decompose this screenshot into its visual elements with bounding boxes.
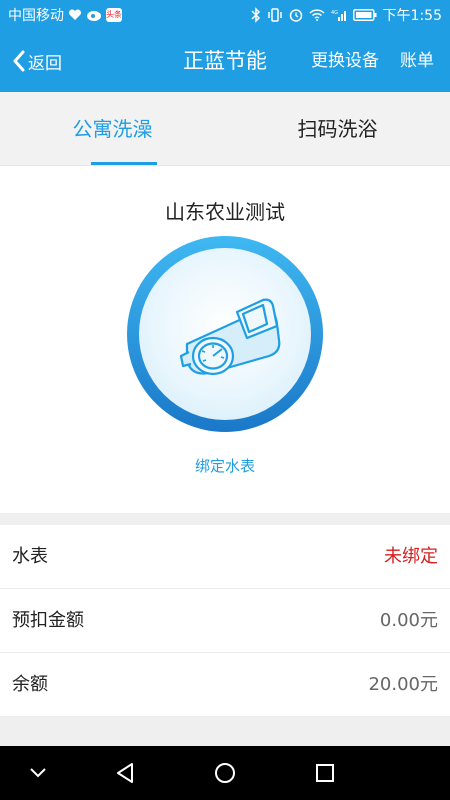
vibrate-icon [267, 8, 283, 22]
battery-icon [352, 9, 377, 21]
meter-circle-inner [139, 248, 311, 420]
bind-meter-circle-button[interactable] [127, 236, 323, 432]
clock: 下午1:55 [382, 8, 442, 24]
recents-nav-button[interactable] [300, 746, 350, 800]
back-label: 返回 [28, 53, 62, 74]
chevron-down-icon [30, 768, 46, 778]
tab-scan-shower[interactable]: 扫码洗浴 [225, 92, 450, 166]
bill-button[interactable]: 账单 [400, 30, 434, 92]
navigation-bar: 返回 正蓝节能 更换设备 账单 [0, 30, 450, 92]
prepaid-amount-label: 预扣金额 [12, 610, 84, 631]
weibo-icon [86, 8, 102, 22]
meter-status-value: 未绑定 [384, 546, 438, 567]
tab-apartment-shower[interactable]: 公寓洗澡 [0, 92, 225, 166]
back-button[interactable]: 返回 [12, 30, 62, 92]
home-nav-button[interactable] [200, 746, 250, 800]
bind-meter-link[interactable]: 绑定水表 [0, 455, 450, 476]
circle-home-icon [215, 763, 235, 783]
active-tab-indicator [91, 162, 157, 165]
triangle-back-icon [117, 763, 133, 783]
news-badge: 头条 [106, 8, 122, 22]
meter-label: 水表 [12, 546, 48, 567]
page-title: 正蓝节能 [183, 49, 267, 73]
list-item-prepaid-amount: 预扣金额 0.00元 [0, 589, 450, 653]
balance-label: 余额 [12, 674, 48, 695]
list-item-balance: 余额 20.00元 [0, 653, 450, 717]
bluetooth-icon [251, 7, 261, 23]
account-info-list: 水表 未绑定 预扣金额 0.00元 余额 20.00元 [0, 525, 450, 716]
chevron-left-icon [12, 50, 26, 72]
prepaid-amount-value: 0.00元 [379, 610, 438, 631]
balance-value: 20.00元 [368, 674, 438, 695]
heart-icon [68, 9, 82, 21]
meter-card: 山东农业测试 绑定水表 [0, 166, 450, 513]
water-meter-icon [179, 298, 281, 376]
change-device-button[interactable]: 更换设备 [311, 30, 379, 92]
status-bar: 中国移动 头条 4G 下午1:55 [0, 0, 450, 30]
system-navigation-bar [0, 746, 450, 800]
square-recents-icon [316, 764, 334, 782]
wifi-icon [309, 9, 325, 21]
svg-text:4G: 4G [331, 10, 338, 16]
signal-icon: 4G [331, 9, 347, 21]
alarm-icon [289, 8, 303, 22]
hide-keyboard-button[interactable] [13, 746, 63, 800]
back-nav-button[interactable] [100, 746, 150, 800]
list-item-meter: 水表 未绑定 [0, 525, 450, 589]
organization-name: 山东农业测试 [165, 200, 285, 224]
carrier-name: 中国移动 [8, 8, 64, 24]
tab-bar: 公寓洗澡 扫码洗浴 [0, 92, 450, 166]
